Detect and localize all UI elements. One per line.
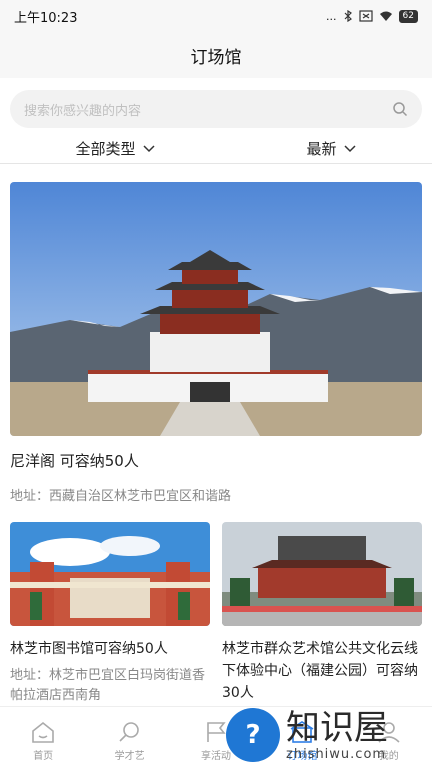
tab-label: 学才艺 (114, 751, 145, 762)
home-icon (32, 721, 54, 743)
page-header: 订场馆 (0, 32, 432, 78)
venue-photo (10, 182, 422, 436)
venue-title: 林芝市群众艺术馆公共文化云线下体验中心（福建公园）可容纳30人 (222, 641, 418, 701)
search-input[interactable]: 搜索你感兴趣的内容 (10, 90, 422, 128)
tab-label: 首页 (33, 751, 54, 762)
tab-learn[interactable]: 学才艺 (90, 720, 170, 762)
search-placeholder: 搜索你感兴趣的内容 (24, 103, 142, 119)
watermark-url: zhishiwu.com (286, 746, 387, 762)
status-bar: 上午10:23 ... 62 (0, 0, 432, 32)
type-filter-label: 全部类型 (75, 140, 136, 158)
venue-photo (10, 522, 210, 626)
question-mark-icon: ? (226, 708, 280, 762)
filter-bar: 全部类型 最新 (0, 134, 432, 164)
venue-card-nyangge[interactable]: 尼洋阁 可容纳50人 地址：西藏自治区林芝市巴宜区和谐路 (10, 182, 422, 504)
wifi-icon (379, 11, 392, 21)
venue-title: 林芝市图书馆可容纳50人 (10, 641, 168, 657)
sort-filter-dropdown[interactable]: 最新 (306, 138, 356, 159)
venue-address: 地址：林芝市巴宜区白玛岗街道香帕拉酒店西南角 (10, 668, 206, 703)
search-icon (119, 722, 139, 742)
venue-feed: 尼洋阁 可容纳50人 地址：西藏自治区林芝市巴宜区和谐路 林芝市图书馆可容纳50… (0, 164, 432, 706)
status-time: 上午10:23 (14, 10, 78, 26)
venue-photo (222, 522, 422, 626)
sort-filter-label: 最新 (306, 140, 337, 158)
watermark-logo: ? 知识屋 zhishiwu.com (226, 704, 426, 766)
type-filter-dropdown[interactable]: 全部类型 (75, 138, 155, 159)
watermark-title: 知识屋 (286, 707, 388, 748)
search-icon[interactable] (392, 101, 408, 117)
page-title: 订场馆 (190, 47, 242, 68)
tab-home[interactable]: 首页 (3, 720, 83, 762)
venue-address: 地址：西藏自治区林芝市巴宜区和谐路 (10, 489, 232, 504)
status-icons: ... 62 (326, 9, 418, 23)
signal-dots: ... (326, 9, 337, 23)
venue-title: 尼洋阁 可容纳50人 (10, 452, 139, 470)
venue-grid: 林芝市图书馆可容纳50人 地址：林芝市巴宜区白玛岗街道香帕拉酒店西南角 林芝市群… (10, 522, 422, 706)
venue-card-art-center[interactable]: 林芝市群众艺术馆公共文化云线下体验中心（福建公园）可容纳30人 (222, 522, 422, 706)
venue-card-library[interactable]: 林芝市图书馆可容纳50人 地址：林芝市巴宜区白玛岗街道香帕拉酒店西南角 (10, 522, 210, 706)
search-bar-container: 搜索你感兴趣的内容 (0, 78, 432, 134)
bluetooth-icon (344, 10, 352, 22)
watermark-text: 知识屋 zhishiwu.com (286, 709, 388, 762)
chevron-down-icon (142, 144, 155, 152)
chevron-down-icon (343, 144, 356, 152)
sim-icon (358, 10, 373, 22)
battery-indicator: 62 (398, 9, 418, 23)
